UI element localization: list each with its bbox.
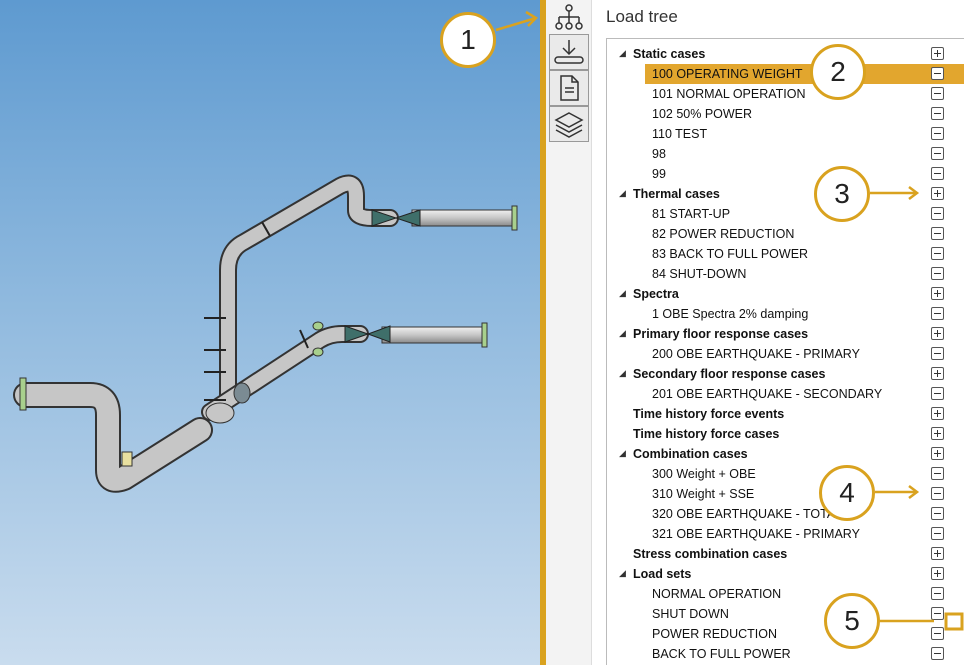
- callout-arrows: [495, 10, 964, 631]
- callout-5: 5: [824, 593, 880, 649]
- callout-1: 1: [440, 12, 496, 68]
- callout-2: 2: [810, 44, 866, 100]
- callout-3: 3: [814, 166, 870, 222]
- callout-4: 4: [819, 465, 875, 521]
